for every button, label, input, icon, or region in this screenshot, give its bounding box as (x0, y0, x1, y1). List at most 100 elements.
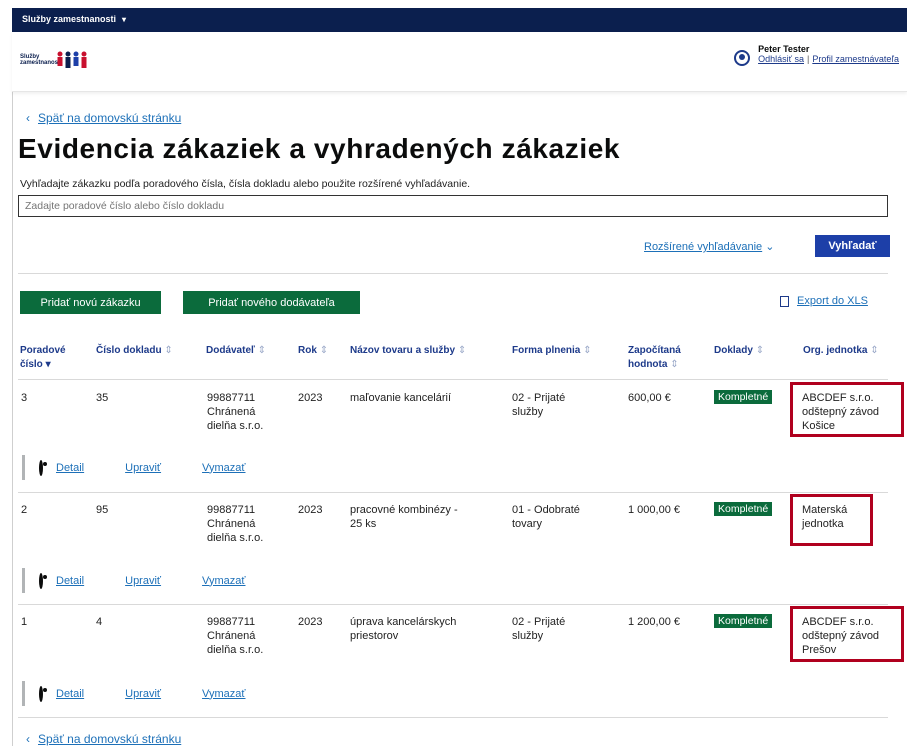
cell-line: služby (512, 406, 544, 418)
edit-link[interactable]: Upraviť (125, 462, 161, 474)
logo-text: Služby zamestnanosti (20, 54, 62, 66)
cell-forma: 02 - Prijaté služby (512, 615, 565, 643)
row-separator (18, 379, 888, 380)
logo[interactable]: Služby zamestnanosti (20, 50, 90, 70)
edit-link[interactable]: Upraviť (125, 575, 161, 587)
status-badge: Kompletné (714, 614, 773, 628)
chevron-down-icon[interactable]: ▾ (122, 15, 126, 24)
cell-line: jednotka (802, 518, 844, 530)
cell-line: priestorov (350, 630, 399, 642)
detail-link[interactable]: Detail (56, 688, 84, 700)
top-bar[interactable]: Služby zamestnanosti ▾ (12, 8, 907, 32)
delete-link[interactable]: Vymazať (202, 462, 245, 474)
cell-line: dielňa s.r.o. (207, 644, 264, 656)
cell-forma: 01 - Odobraté tovary (512, 503, 580, 531)
search-input[interactable] (18, 195, 888, 217)
sort-desc-icon: ▾ (45, 359, 51, 370)
row-actions: Detail Upraviť Vymazať (22, 455, 888, 480)
cell-forma: 02 - Prijaté služby (512, 391, 565, 419)
cell-line: 99887711 (207, 616, 256, 628)
col-header-hodnota[interactable]: Započítaná hodnota ⇕ (628, 344, 681, 372)
col-header-cislo-dokladu[interactable]: Číslo dokladu ⇕ (96, 344, 173, 358)
col-header-label: Dodávateľ (206, 345, 255, 356)
chevron-left-icon: ‹ (26, 732, 30, 746)
col-header-org[interactable]: Org. jednotka ⇕ (803, 344, 879, 358)
eye-icon (39, 459, 43, 476)
col-header-label: Forma plnenia (512, 345, 581, 356)
sort-icon: ⇕ (457, 345, 467, 356)
search-button[interactable]: Vyhľadať (815, 235, 890, 257)
cell-line: Prešov (802, 644, 837, 656)
user-name: Peter Tester (758, 44, 810, 54)
delete-action[interactable]: Vymazať (185, 462, 245, 474)
col-header-label: Doklady (714, 345, 753, 356)
col-header-label: hodnota (628, 359, 668, 370)
delete-link[interactable]: Vymazať (202, 688, 245, 700)
links-separator: | (806, 54, 810, 64)
sort-icon: ⇕ (755, 345, 765, 356)
col-header-dodavatel[interactable]: Dodávateľ ⇕ (206, 344, 266, 358)
add-supplier-button[interactable]: Pridať nového dodávateľa (183, 291, 360, 314)
export-xls-link[interactable]: Export do XLS (797, 295, 868, 307)
detail-link[interactable]: Detail (56, 575, 84, 587)
col-header-doklady[interactable]: Doklady ⇕ (714, 344, 764, 358)
detail-action[interactable]: Detail (39, 459, 84, 476)
cell-dodavatel: 99887711 Chránená dielňa s.r.o. (207, 503, 263, 545)
logo-people-icon (57, 51, 87, 68)
cell-line: 99887711 (207, 392, 256, 404)
cell-line: dielňa s.r.o. (207, 420, 264, 432)
advanced-search-link[interactable]: Rozšírené vyhľadávanie (644, 241, 762, 253)
add-order-button[interactable]: Pridať novú zákazku (20, 291, 161, 314)
advanced-search-toggle[interactable]: Rozšírené vyhľadávanie ⌄ (644, 240, 774, 253)
divider (18, 273, 888, 274)
sort-icon: ⇕ (319, 345, 329, 356)
detail-action[interactable]: Detail (39, 572, 84, 589)
detail-link[interactable]: Detail (56, 462, 84, 474)
sort-icon: ⇕ (164, 345, 173, 356)
back-link-bottom[interactable]: ‹ Späť na domovskú stránku (26, 732, 181, 746)
employer-profile-link[interactable]: Profil zamestnávateľa (812, 54, 899, 64)
logout-link[interactable]: Odhlásiť sa (758, 54, 804, 64)
delete-link[interactable]: Vymazať (202, 575, 245, 587)
user-icon[interactable] (734, 50, 751, 66)
edit-action[interactable]: Upraviť (108, 688, 161, 700)
cell-line: Košice (802, 420, 836, 432)
cell-rok: 2023 (298, 504, 323, 516)
cell-line: pracovné kombinézy - (350, 504, 458, 516)
edit-link[interactable]: Upraviť (125, 688, 161, 700)
cell-line: Chránená (207, 406, 256, 418)
back-link-label[interactable]: Späť na domovskú stránku (38, 111, 181, 125)
page-left-border (12, 92, 13, 746)
col-header-forma[interactable]: Forma plnenia ⇕ (512, 344, 592, 358)
col-header-rok[interactable]: Rok ⇕ (298, 344, 328, 358)
cell-cislo-dokladu: 4 (96, 616, 103, 628)
edit-action[interactable]: Upraviť (108, 575, 161, 587)
chevron-left-icon: ‹ (26, 111, 30, 125)
cell-dodavatel: 99887711 Chránená dielňa s.r.o. (207, 391, 263, 433)
col-header-label: Započítaná (628, 345, 681, 356)
cell-line: Chránená (207, 518, 256, 530)
cell-poradove: 2 (21, 504, 28, 516)
back-link-label[interactable]: Späť na domovskú stránku (38, 732, 181, 746)
export-xls[interactable]: Export do XLS (780, 295, 868, 307)
cell-line: ABCDEF s.r.o. (802, 616, 874, 628)
cell-line: Materská (802, 504, 848, 516)
cell-poradove: 3 (21, 392, 28, 404)
cell-line: úprava kancelárskych (350, 616, 457, 628)
delete-action[interactable]: Vymazať (185, 688, 245, 700)
edit-action[interactable]: Upraviť (108, 462, 161, 474)
service-menu-title[interactable]: Služby zamestnanosti (22, 14, 116, 24)
sort-icon: ⇕ (870, 345, 879, 356)
col-header-nazov[interactable]: Názov tovaru a služby ⇕ (350, 344, 466, 358)
row-actions: Detail Upraviť Vymazať (22, 568, 888, 593)
detail-action[interactable]: Detail (39, 685, 84, 702)
cell-nazov: maľovanie kancelárií (350, 391, 451, 405)
col-header-poradove[interactable]: Poradové číslo ▾ (20, 344, 66, 372)
row-actions: Detail Upraviť Vymazať (22, 681, 888, 706)
eye-icon (39, 685, 43, 702)
cell-line: 02 - Prijaté (512, 392, 566, 404)
delete-action[interactable]: Vymazať (185, 575, 245, 587)
cell-cislo-dokladu: 35 (96, 392, 109, 404)
back-link-top[interactable]: ‹ Späť na domovskú stránku (26, 111, 181, 125)
site-header: Služby zamestnanosti Peter Tester Odhlás… (12, 32, 907, 92)
